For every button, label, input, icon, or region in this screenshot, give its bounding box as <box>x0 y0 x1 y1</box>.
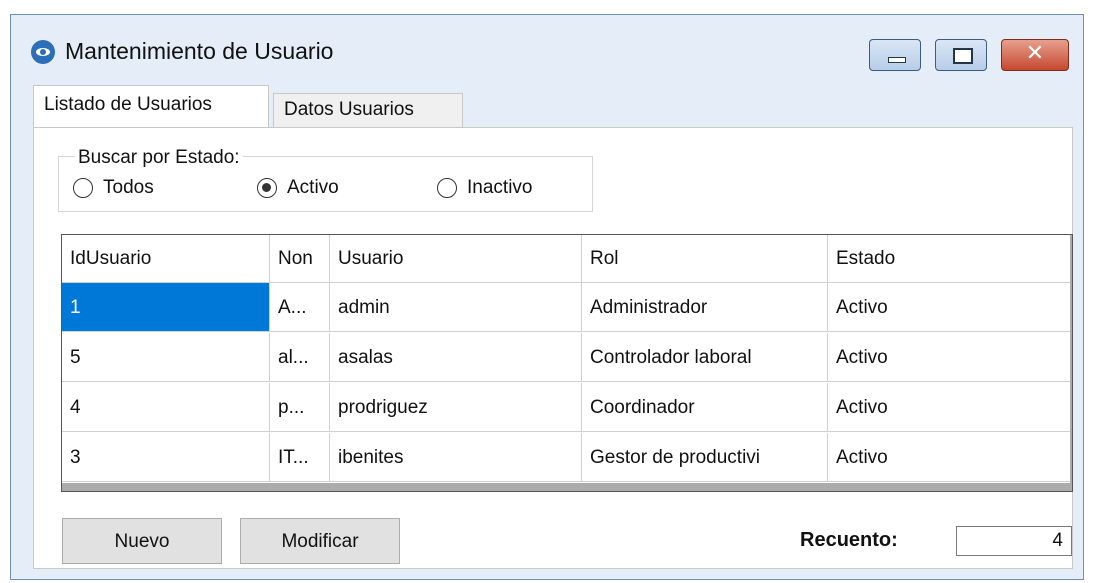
minimize-icon <box>888 57 906 63</box>
radio-label-todos: Todos <box>103 177 154 198</box>
cell-nombre[interactable]: A... <box>270 283 330 332</box>
status-filter-group: Buscar por Estado: Todos Activo Inactivo <box>58 147 593 212</box>
count-label: Recuento: <box>800 529 898 551</box>
tab-datos-usuarios[interactable]: Datos Usuarios <box>273 93 463 127</box>
close-button[interactable]: ✕ <box>1001 39 1069 71</box>
column-header-idusuario[interactable]: IdUsuario <box>62 235 270 283</box>
cell-nombre[interactable]: al... <box>270 333 330 382</box>
window-title: Mantenimiento de Usuario <box>65 38 334 64</box>
radio-inactivo[interactable]: Inactivo <box>437 175 532 201</box>
radio-circle-todos[interactable] <box>73 178 93 198</box>
maximize-icon <box>953 48 973 64</box>
edit-button[interactable]: Modificar <box>240 518 400 564</box>
table-row[interactable]: 3 IT... ibenites Gestor de productivi Ac… <box>62 433 1070 483</box>
cell-idusuario[interactable]: 5 <box>62 333 270 382</box>
cell-estado[interactable]: Activo <box>828 283 1070 332</box>
table-row[interactable]: 5 al... asalas Controlador laboral Activ… <box>62 333 1070 383</box>
table-row[interactable]: 4 p... prodriguez Coordinador Activo <box>62 383 1070 433</box>
radio-activo[interactable]: Activo <box>257 175 339 201</box>
cell-idusuario[interactable]: 3 <box>62 433 270 482</box>
new-button[interactable]: Nuevo <box>62 518 222 564</box>
cell-rol[interactable]: Controlador laboral <box>582 333 828 382</box>
radio-label-activo: Activo <box>287 177 339 198</box>
radio-label-inactivo: Inactivo <box>467 177 533 198</box>
count-field: 4 <box>956 526 1072 556</box>
cell-usuario[interactable]: asalas <box>330 333 582 382</box>
cell-usuario[interactable]: admin <box>330 283 582 332</box>
cell-nombre[interactable]: IT... <box>270 433 330 482</box>
cell-idusuario[interactable]: 1 <box>62 283 270 332</box>
radio-todos[interactable]: Todos <box>73 175 154 201</box>
radio-circle-inactivo[interactable] <box>437 178 457 198</box>
column-header-usuario[interactable]: Usuario <box>330 235 582 283</box>
cell-idusuario[interactable]: 4 <box>62 383 270 432</box>
title-bar[interactable]: Mantenimiento de Usuario ✕ <box>11 15 1083 77</box>
cell-rol[interactable]: Gestor de productivi <box>582 433 828 482</box>
cell-usuario[interactable]: prodriguez <box>330 383 582 432</box>
users-grid[interactable]: IdUsuario Non Usuario Rol Estado 1 A... … <box>61 234 1073 492</box>
grid-header-row: IdUsuario Non Usuario Rol Estado <box>62 235 1070 285</box>
group-legend: Buscar por Estado: <box>75 147 243 169</box>
tab-listado-usuarios[interactable]: Listado de Usuarios <box>33 85 269 127</box>
column-header-rol[interactable]: Rol <box>582 235 828 283</box>
cell-estado[interactable]: Activo <box>828 383 1070 432</box>
column-header-nombre[interactable]: Non <box>270 235 330 283</box>
table-row[interactable]: 1 A... admin Administrador Activo <box>62 283 1070 333</box>
column-header-estado[interactable]: Estado <box>828 235 1070 283</box>
close-icon: ✕ <box>1025 41 1045 66</box>
cell-estado[interactable]: Activo <box>828 333 1070 382</box>
minimize-button[interactable] <box>869 39 921 71</box>
cell-rol[interactable]: Coordinador <box>582 383 828 432</box>
cell-estado[interactable]: Activo <box>828 433 1070 482</box>
main-window: Mantenimiento de Usuario ✕ Listado de Us… <box>10 14 1084 580</box>
maximize-button[interactable] <box>935 39 987 71</box>
cell-rol[interactable]: Administrador <box>582 283 828 332</box>
eye-icon <box>31 40 55 64</box>
radio-circle-activo[interactable] <box>257 178 277 198</box>
cell-usuario[interactable]: ibenites <box>330 433 582 482</box>
cell-nombre[interactable]: p... <box>270 383 330 432</box>
tab-panel: Buscar por Estado: Todos Activo Inactivo… <box>33 127 1073 569</box>
